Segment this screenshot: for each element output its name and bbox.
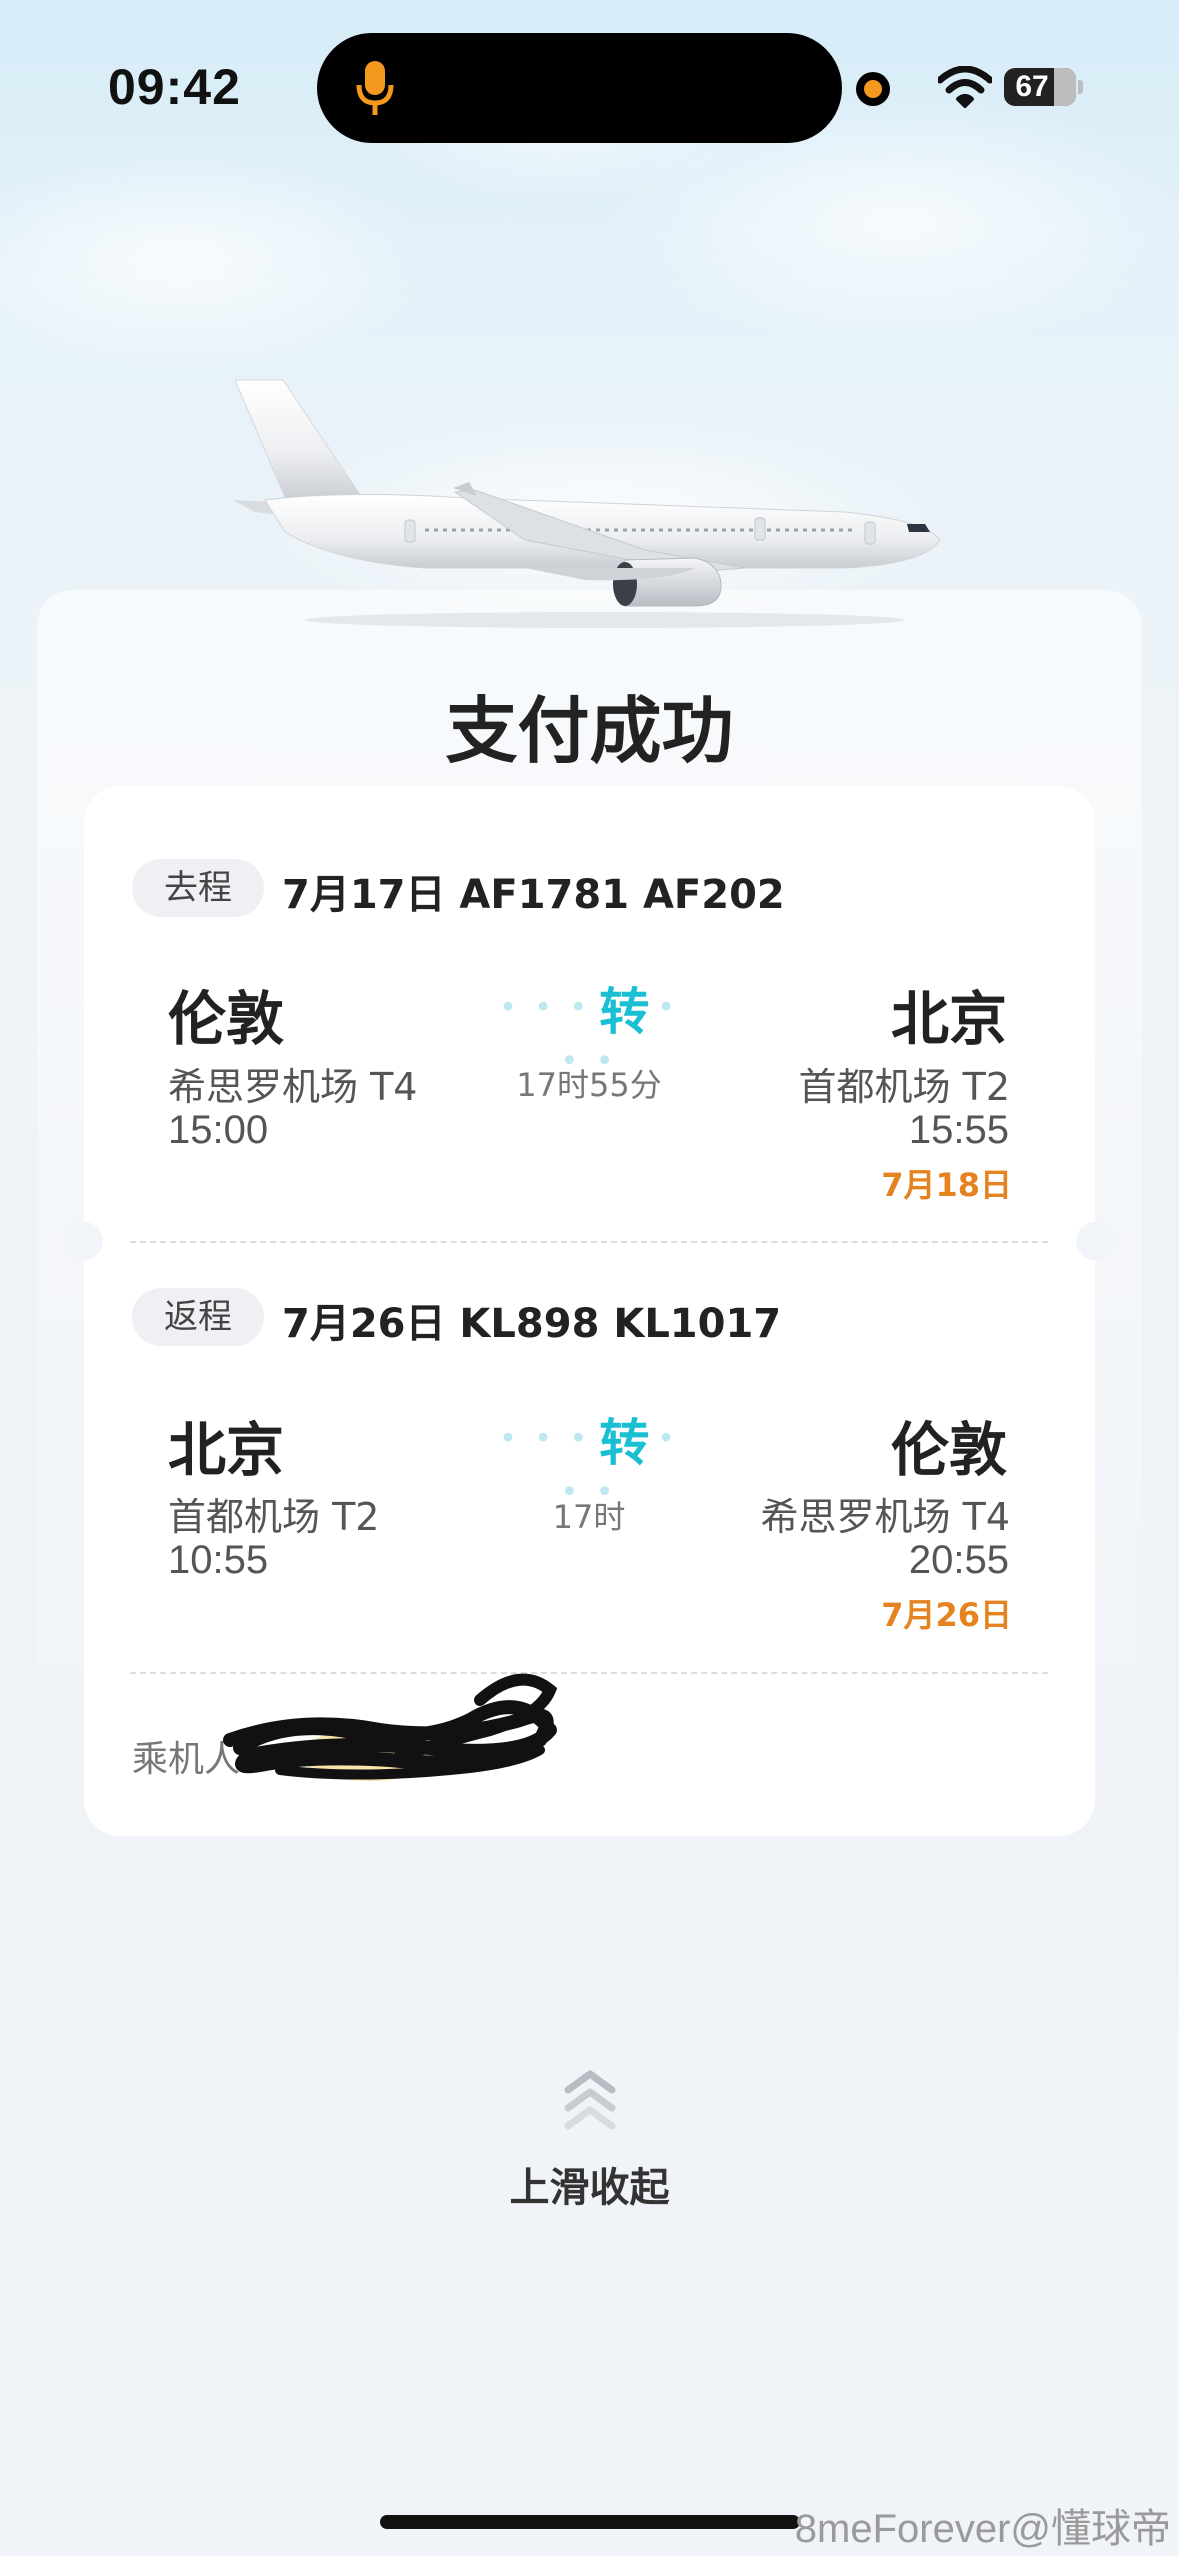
return-to-time: 20:55 xyxy=(908,1538,1009,1582)
return-to-city: 伦敦 xyxy=(890,1416,1007,1484)
battery-icon: 67 xyxy=(1004,68,1076,106)
outbound-from-time: 15:00 xyxy=(168,1108,269,1152)
outbound-from-city: 伦敦 xyxy=(168,985,285,1053)
outbound-transfer-label: 转 xyxy=(599,983,650,1041)
home-indicator[interactable] xyxy=(380,2515,800,2529)
return-from-time: 10:55 xyxy=(168,1538,269,1582)
return-transfer-label: 转 xyxy=(599,1414,650,1472)
outbound-to-airport: 首都机场 T2 xyxy=(798,1065,1010,1109)
wifi-icon xyxy=(938,66,992,108)
redaction-scribble xyxy=(223,1673,558,1781)
return-from-city: 北京 xyxy=(168,1416,285,1484)
outbound-duration: 17时55分 xyxy=(516,1066,662,1104)
watermark: 8meForever@懂球帝 xyxy=(794,2507,1171,2551)
status-time: 09:42 xyxy=(108,59,241,115)
outbound-arrival-date: 7月18日 xyxy=(881,1166,1012,1204)
microphone-icon xyxy=(356,61,394,115)
outbound-tag: 去程 xyxy=(132,859,264,917)
recording-indicator-icon xyxy=(856,72,890,106)
transfer-dots-left: • • • xyxy=(499,990,592,1026)
transfer-dots-left: • • • xyxy=(499,1421,592,1457)
ticket-divider xyxy=(130,1241,1048,1243)
dynamic-island[interactable] xyxy=(317,33,842,143)
return-from-airport: 首都机场 T2 xyxy=(168,1495,380,1539)
swipe-up-collapse-label[interactable]: 上滑收起 xyxy=(0,2155,1179,2213)
battery-cap xyxy=(1078,80,1083,94)
return-summary: 7月26日 KL898 KL1017 xyxy=(282,1301,782,1347)
return-arrival-date: 7月26日 xyxy=(881,1596,1012,1634)
ticket-notch-right xyxy=(1076,1222,1114,1260)
return-tag: 返程 xyxy=(132,1288,264,1346)
return-duration: 17时 xyxy=(552,1498,626,1536)
battery-level: 67 xyxy=(1015,70,1049,103)
outbound-to-time: 15:55 xyxy=(908,1108,1009,1152)
airplane-illustration xyxy=(233,379,941,628)
return-to-airport: 希思罗机场 T4 xyxy=(760,1495,1010,1539)
page-title: 支付成功 xyxy=(445,689,734,773)
outbound-summary: 7月17日 AF1781 AF202 xyxy=(282,872,785,918)
outbound-from-airport: 希思罗机场 T4 xyxy=(168,1065,418,1109)
ticket-notch-left xyxy=(65,1222,103,1260)
outbound-to-city: 北京 xyxy=(890,985,1007,1053)
swipe-up-chevrons-icon[interactable] xyxy=(562,2070,618,2132)
